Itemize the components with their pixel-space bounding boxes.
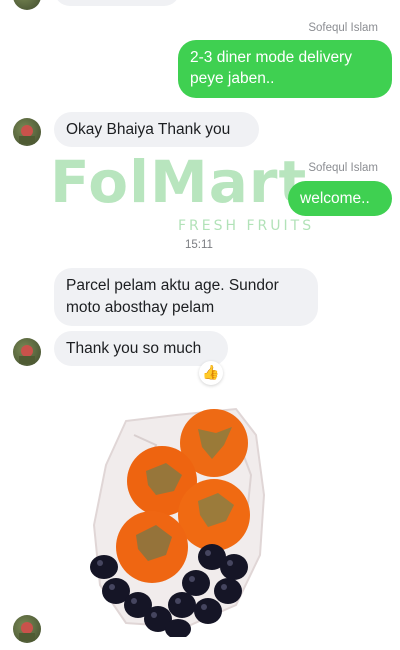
avatar-image bbox=[19, 125, 35, 144]
message-text: welcome.. bbox=[300, 190, 370, 207]
message-text: 2-3 diner mode delivery bbox=[190, 49, 352, 66]
incoming-message-bubble[interactable]: Parcel pelam aktu age. Sundor moto abost… bbox=[54, 268, 318, 326]
avatar-image bbox=[19, 622, 35, 641]
avatar[interactable] bbox=[13, 615, 41, 643]
sender-name: Sofequl Islam bbox=[308, 22, 378, 34]
incoming-message-bubble[interactable]: Thank you so much bbox=[54, 331, 228, 366]
message-text: Parcel pelam aktu age. Sundor bbox=[66, 277, 279, 294]
avatar[interactable] bbox=[13, 338, 41, 366]
message-text: Okay Bhaiya Thank you bbox=[66, 121, 231, 138]
avatar[interactable] bbox=[13, 0, 41, 10]
message-text: moto abosthay pelam bbox=[66, 299, 215, 316]
avatar-image bbox=[19, 345, 35, 364]
sender-name: Sofequl Islam bbox=[308, 162, 378, 174]
cut-off-message-bubble[interactable] bbox=[54, 0, 180, 6]
message-text: Thank you so much bbox=[66, 340, 202, 357]
photo-attachment[interactable] bbox=[86, 405, 270, 639]
incoming-message-bubble[interactable]: Okay Bhaiya Thank you bbox=[54, 112, 259, 147]
fruit-photo-image bbox=[90, 407, 266, 639]
watermark-tagline: FRESH FRUITS bbox=[178, 218, 315, 234]
outgoing-message-bubble[interactable]: welcome.. bbox=[288, 181, 392, 216]
avatar[interactable] bbox=[13, 118, 41, 146]
outgoing-message-bubble[interactable]: 2-3 diner mode delivery peye jaben.. bbox=[178, 40, 392, 98]
timestamp: 15:11 bbox=[185, 239, 213, 251]
thumbs-up-reaction-icon[interactable]: 👍 bbox=[199, 361, 223, 385]
message-text: peye jaben.. bbox=[190, 70, 275, 87]
